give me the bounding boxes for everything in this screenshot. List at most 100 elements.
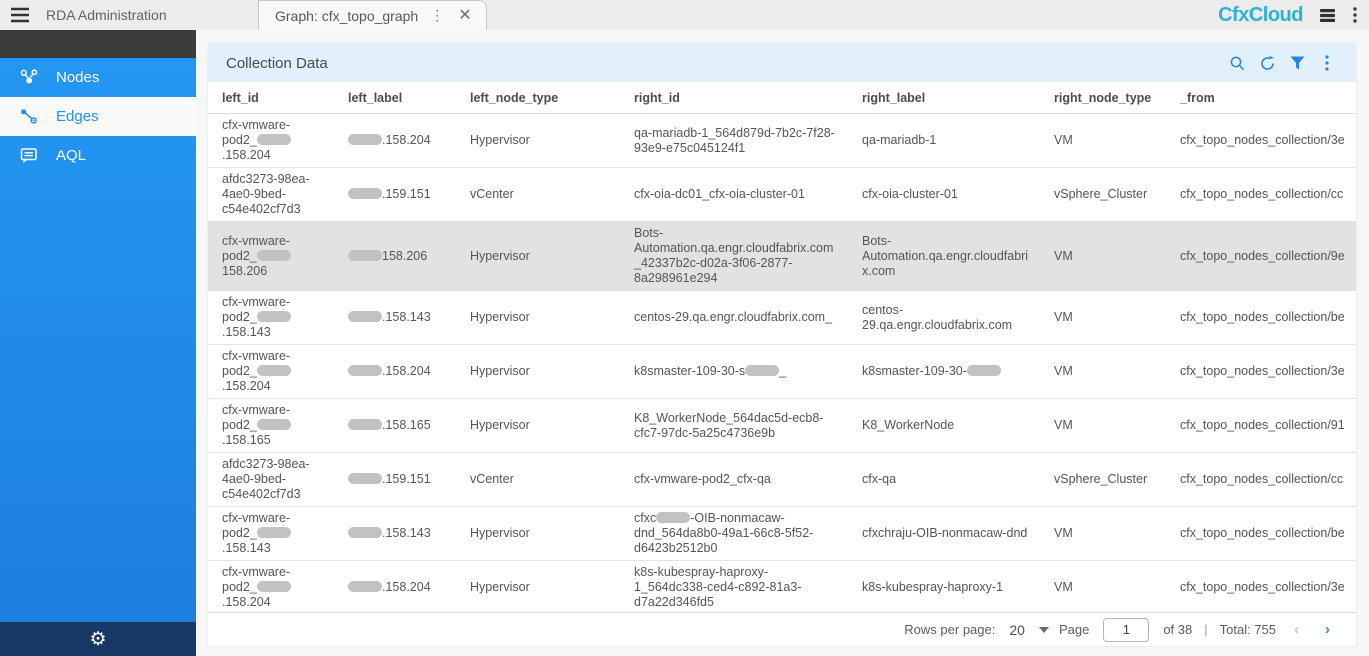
more-vertical-icon-toolbar[interactable]	[1312, 50, 1342, 76]
cell-left_id: afdc3273-98ea-4ae0-9bed-c54e402cf7d3	[208, 453, 334, 506]
tab-label: Graph: cfx_topo_graph	[275, 8, 418, 24]
table-row[interactable]: afdc3273-98ea-4ae0-9bed-c54e402cf7d3.159…	[208, 168, 1356, 222]
cell-right_node_type: VM	[1040, 507, 1166, 560]
cell-right_node_type: vSphere_Cluster	[1040, 453, 1166, 506]
previous-page-icon[interactable]: ‹	[1286, 621, 1307, 638]
table-header-row: left_idleft_labelleft_node_typeright_idr…	[208, 82, 1356, 114]
cell-left_node_type: Hypervisor	[456, 507, 620, 560]
sidebar-item-label: Edges	[56, 108, 99, 125]
column-header-left_node_type[interactable]: left_node_type	[456, 82, 620, 113]
column-header-_from[interactable]: _from	[1166, 82, 1356, 113]
table-row[interactable]: cfx-vmware-pod2_.158.143.158.143Hypervis…	[208, 291, 1356, 345]
tab-kebab-icon[interactable]: ⋮	[428, 7, 446, 24]
pagination-bar: Rows per page: 20 Page of 38 | Total: 75…	[208, 612, 1356, 646]
collection-title: Collection Data	[226, 55, 328, 72]
list-icon[interactable]	[1313, 0, 1341, 30]
cell-_from: cfx_topo_nodes_collection/cc	[1166, 168, 1356, 221]
page-number-input[interactable]	[1103, 618, 1149, 642]
cell-left_node_type: Hypervisor	[456, 399, 620, 452]
redacted-text	[348, 581, 382, 592]
cell-left_node_type: Hypervisor	[456, 291, 620, 344]
table-row[interactable]: cfx-vmware-pod2_.158.204.158.204Hypervis…	[208, 561, 1356, 612]
sidebar-item-nodes[interactable]: Nodes	[0, 58, 196, 97]
redacted-text	[257, 581, 291, 592]
table-row[interactable]: afdc3273-98ea-4ae0-9bed-c54e402cf7d3.159…	[208, 453, 1356, 507]
cell-left_node_type: vCenter	[456, 453, 620, 506]
table-row[interactable]: cfx-vmware-pod2_.158.165.158.165Hypervis…	[208, 399, 1356, 453]
table-row[interactable]: cfx-vmware-pod2_.158.143.158.143Hypervis…	[208, 507, 1356, 561]
redacted-text	[348, 188, 382, 199]
sidebar-item-label: AQL	[56, 147, 86, 164]
sidebar: Nodes Edges AQL ⚙	[0, 30, 196, 656]
redacted-text	[967, 365, 1001, 376]
cell-right_label: k8smaster-109-30-	[848, 345, 1040, 398]
next-page-icon[interactable]: ›	[1317, 621, 1338, 638]
tab-close-icon[interactable]: ✕	[456, 8, 473, 24]
column-header-right_node_type[interactable]: right_node_type	[1040, 82, 1166, 113]
cell-left_id: afdc3273-98ea-4ae0-9bed-c54e402cf7d3	[208, 168, 334, 221]
cell-_from: cfx_topo_nodes_collection/91	[1166, 399, 1356, 452]
table-row[interactable]: cfx-vmware-pod2_.158.204.158.204Hypervis…	[208, 114, 1356, 168]
redacted-text	[348, 473, 382, 484]
cell-left_id: cfx-vmware-pod2_.158.143	[208, 291, 334, 344]
cell-_from: cfx_topo_nodes_collection/cc	[1166, 453, 1356, 506]
redacted-text	[348, 134, 382, 145]
cell-left_label: .158.204	[334, 114, 456, 167]
cell-right_id: K8_WorkerNode_564dac5d-ecb8-cfc7-97dc-5a…	[620, 399, 848, 452]
redacted-text	[348, 527, 382, 538]
cell-left_label: .159.151	[334, 168, 456, 221]
cell-right_node_type: vSphere_Cluster	[1040, 168, 1166, 221]
aql-icon	[18, 145, 40, 167]
redacted-text	[656, 512, 690, 523]
redacted-text	[348, 250, 382, 261]
cell-right_id: cfxc-OIB-nonmacaw-dnd_564da8b0-49a1-66c8…	[620, 507, 848, 560]
redacted-text	[257, 311, 291, 322]
cell-_from: cfx_topo_nodes_collection/3e	[1166, 345, 1356, 398]
cell-left_node_type: Hypervisor	[456, 114, 620, 167]
cell-right_label: cfx-qa	[848, 453, 1040, 506]
cell-right_label: k8s-kubespray-haproxy-1	[848, 561, 1040, 612]
cell-right_label: Bots-Automation.qa.engr.cloudfabrix.com	[848, 222, 1040, 290]
redacted-text	[348, 419, 382, 430]
collection-table-body: cfx-vmware-pod2_.158.204.158.204Hypervis…	[208, 114, 1356, 612]
rows-per-page-value: 20	[1009, 622, 1025, 638]
cell-right_id: Bots-Automation.qa.engr.cloudfabrix.com_…	[620, 222, 848, 290]
gear-icon[interactable]: ⚙	[89, 630, 106, 649]
sidebar-footer: ⚙	[0, 622, 196, 656]
cell-right_node_type: VM	[1040, 561, 1166, 612]
cell-right_label: cfxchraju-OIB-nonmacaw-dnd	[848, 507, 1040, 560]
table-row[interactable]: cfx-vmware-pod2_158.206158.206Hypervisor…	[208, 222, 1356, 291]
page-label: Page	[1059, 622, 1089, 637]
sidebar-item-aql[interactable]: AQL	[0, 136, 196, 175]
table-row[interactable]: cfx-vmware-pod2_.158.204.158.204Hypervis…	[208, 345, 1356, 399]
sidebar-nav: Nodes Edges AQL	[0, 58, 196, 175]
pagination-separator: |	[1204, 622, 1207, 637]
tab-graph-cfx-topo-graph[interactable]: Graph: cfx_topo_graph ⋮ ✕	[258, 0, 487, 30]
filter-icon[interactable]	[1282, 50, 1312, 76]
collection-data-card: Collection Data left_idleft_labelleft_no…	[208, 44, 1356, 646]
more-vertical-icon-topbar[interactable]	[1341, 0, 1369, 30]
cell-left_id: cfx-vmware-pod2_.158.204	[208, 114, 334, 167]
cell-right_id: cfx-oia-dc01_cfx-oia-cluster-01	[620, 168, 848, 221]
cell-left_label: 158.206	[334, 222, 456, 290]
rows-per-page-select[interactable]: 20	[1009, 622, 1049, 638]
cell-right_node_type: VM	[1040, 399, 1166, 452]
cell-left_id: cfx-vmware-pod2_.158.143	[208, 507, 334, 560]
column-header-left_id[interactable]: left_id	[208, 82, 334, 113]
hamburger-menu-icon[interactable]	[0, 0, 40, 30]
cell-_from: cfx_topo_nodes_collection/be	[1166, 291, 1356, 344]
collection-toolbar: Collection Data	[208, 44, 1356, 82]
column-header-right_id[interactable]: right_id	[620, 82, 848, 113]
column-header-left_label[interactable]: left_label	[334, 82, 456, 113]
rows-per-page-label: Rows per page:	[904, 622, 995, 637]
cell-left_label: .158.204	[334, 561, 456, 612]
main-content: Collection Data left_idleft_labelleft_no…	[196, 30, 1369, 656]
refresh-icon[interactable]	[1252, 50, 1282, 76]
cell-_from: cfx_topo_nodes_collection/3e	[1166, 114, 1356, 167]
redacted-text	[745, 365, 779, 376]
search-icon[interactable]	[1222, 50, 1252, 76]
sidebar-item-edges[interactable]: Edges	[0, 97, 196, 136]
column-header-right_label[interactable]: right_label	[848, 82, 1040, 113]
redacted-text	[257, 365, 291, 376]
cell-left_label: .158.165	[334, 399, 456, 452]
